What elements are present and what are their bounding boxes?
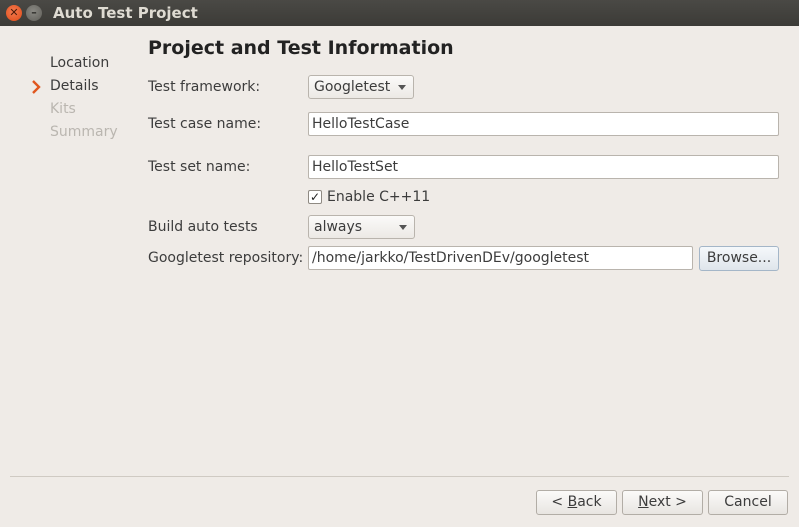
sidebar-item-summary: Summary xyxy=(50,124,118,140)
checkmark-icon: ✓ xyxy=(309,190,321,204)
title-bar: ✕ – Auto Test Project xyxy=(0,0,799,26)
build-auto-tests-label: Build auto tests xyxy=(148,219,258,235)
enable-cpp11-checkbox[interactable]: ✓ xyxy=(308,190,322,204)
framework-combobox[interactable]: Googletest xyxy=(308,75,414,99)
back-rest: ack xyxy=(577,494,602,510)
back-prefix: < xyxy=(551,494,568,510)
build-auto-tests-value: always xyxy=(314,219,363,235)
build-auto-tests-combobox[interactable]: always xyxy=(308,215,415,239)
sidebar-item-location: Location xyxy=(50,55,110,71)
back-button[interactable]: < Back xyxy=(536,490,617,515)
next-rest: ext > xyxy=(648,494,687,510)
dropdown-arrow-icon xyxy=(399,225,407,230)
sidebar-item-details: Details xyxy=(50,78,99,94)
testcase-label: Test case name: xyxy=(148,116,262,132)
framework-value: Googletest xyxy=(314,79,391,95)
next-button[interactable]: Next > xyxy=(622,490,703,515)
cancel-label: Cancel xyxy=(724,494,772,510)
minimize-icon: – xyxy=(31,6,37,19)
dropdown-arrow-icon xyxy=(398,85,406,90)
repository-path-value: /home/jarkko/TestDrivenDEv/googletest xyxy=(312,250,590,266)
enable-cpp11-label[interactable]: Enable C++11 xyxy=(327,189,430,205)
page-title: Project and Test Information xyxy=(148,37,454,59)
window-title: Auto Test Project xyxy=(53,4,198,22)
testcase-name-input[interactable]: HelloTestCase xyxy=(308,112,779,136)
testset-name-value: HelloTestSet xyxy=(312,159,399,175)
close-window-button[interactable]: ✕ xyxy=(6,5,22,21)
repository-path-input[interactable]: /home/jarkko/TestDrivenDEv/googletest xyxy=(308,246,693,270)
repository-label: Googletest repository: xyxy=(148,250,304,266)
footer-separator xyxy=(10,476,789,477)
testcase-name-value: HelloTestCase xyxy=(312,116,410,132)
next-mnemonic: N xyxy=(638,494,649,510)
close-icon: ✕ xyxy=(9,6,19,19)
chevron-right-icon xyxy=(32,80,41,94)
minimize-window-button[interactable]: – xyxy=(26,5,42,21)
browse-button[interactable]: Browse... xyxy=(699,246,779,271)
cancel-button[interactable]: Cancel xyxy=(708,490,788,515)
back-mnemonic: B xyxy=(567,494,578,510)
testset-label: Test set name: xyxy=(148,159,251,175)
browse-label: Browse... xyxy=(706,250,772,266)
sidebar-item-kits: Kits xyxy=(50,101,76,117)
testset-name-input[interactable]: HelloTestSet xyxy=(308,155,779,179)
framework-label: Test framework: xyxy=(148,79,261,95)
